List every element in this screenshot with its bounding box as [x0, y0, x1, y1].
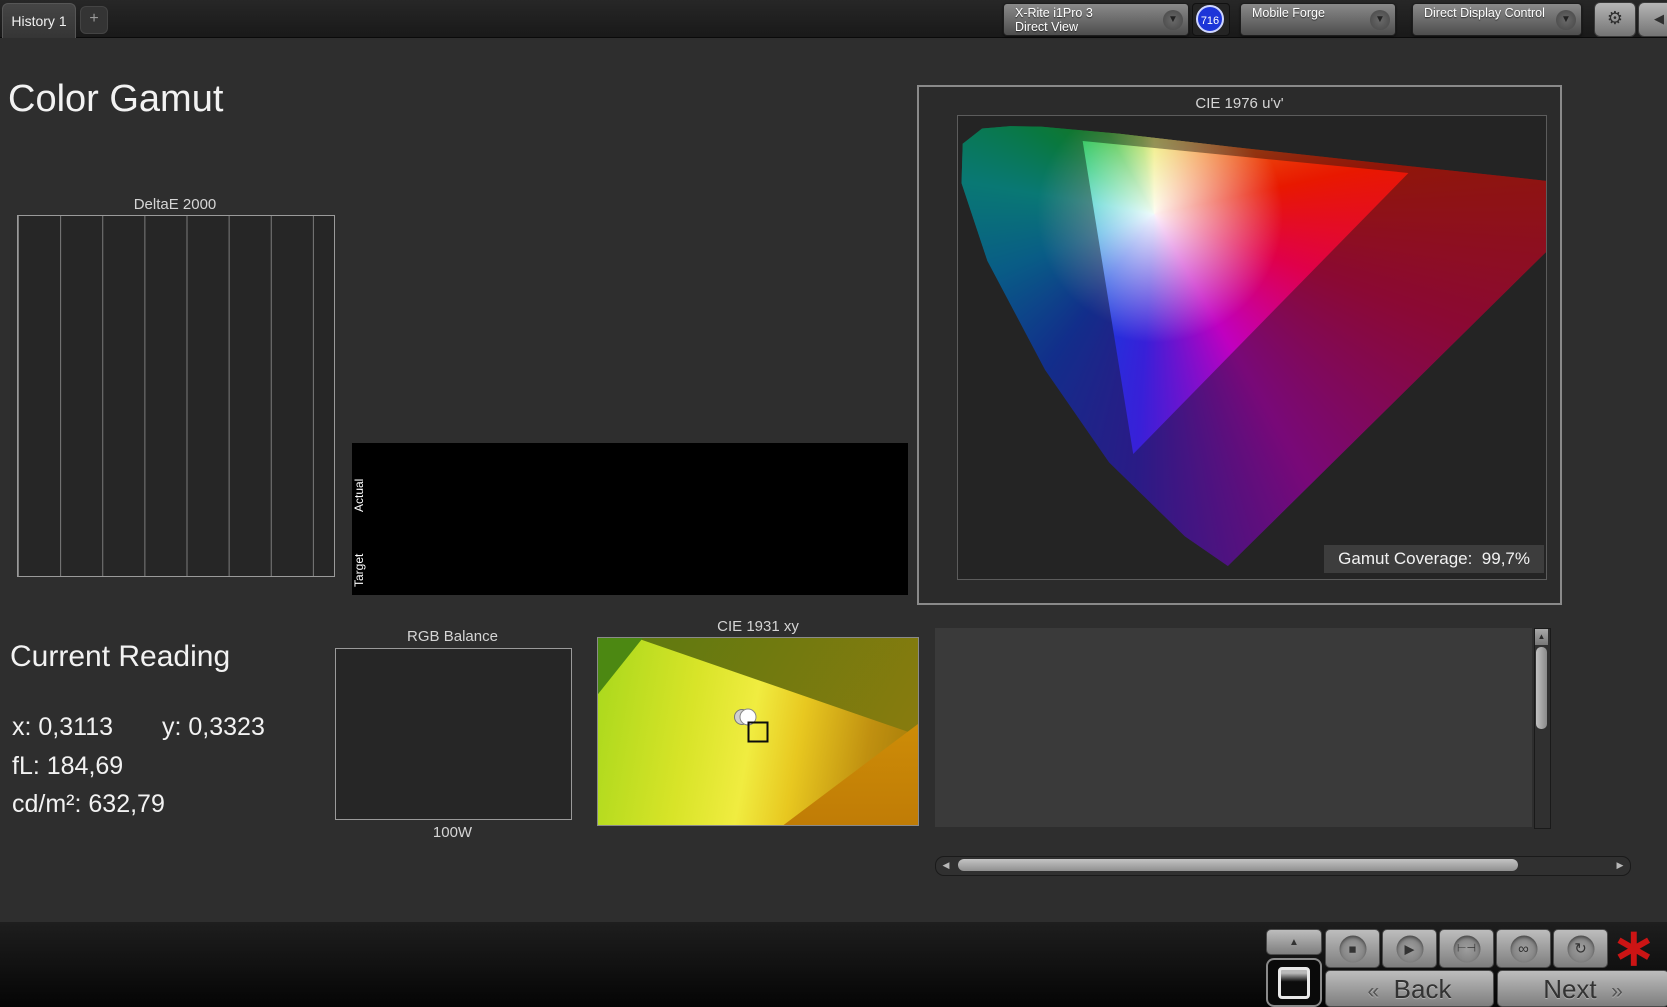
page-title: Color Gamut: [8, 78, 223, 121]
table-vertical-scrollbar[interactable]: ▲: [1534, 628, 1551, 829]
deltae-x-axis: [17, 577, 333, 593]
chevron-down-icon[interactable]: ▼: [1370, 10, 1390, 30]
source-dropdown[interactable]: Mobile Forge ▼: [1240, 3, 1396, 36]
vertical-scroll-thumb[interactable]: [1536, 647, 1547, 729]
source-label: Mobile Forge: [1252, 6, 1325, 20]
refresh-button[interactable]: ↻: [1553, 929, 1608, 968]
rgb-balance-x-label: 100W: [335, 824, 570, 841]
reading-y: y: 0,3323: [162, 713, 265, 742]
target-row-label: Target: [352, 535, 369, 605]
actual-row-label: Actual: [352, 457, 369, 533]
gamut-coverage-value: 99,7%: [1482, 549, 1530, 568]
tab-history-1[interactable]: History 1: [2, 3, 76, 38]
display-control-dropdown[interactable]: Direct Display Control ▼: [1412, 3, 1582, 36]
current-reading-heading: Current Reading: [10, 640, 230, 674]
collapse-panel-button[interactable]: ◀: [1638, 2, 1667, 37]
cie1931-panel: CIE 1931 xy: [597, 618, 919, 826]
scroll-left-icon[interactable]: ◀: [938, 858, 954, 872]
cie1931-title: CIE 1931 xy: [597, 618, 919, 635]
meter-id-badge[interactable]: 716: [1196, 5, 1224, 33]
meter-status-stripe: [1006, 6, 1010, 33]
refresh-icon: ↻: [1567, 935, 1594, 962]
cie1976-title: CIE 1976 u'v': [919, 95, 1560, 112]
cie1931-diagram: [597, 637, 919, 826]
display-control-status-stripe: [1415, 6, 1419, 33]
unsaved-indicator-asterisk: ∗: [1612, 918, 1656, 978]
horizontal-scroll-thumb[interactable]: [958, 859, 1518, 871]
cie1976-y-axis: [919, 115, 953, 578]
pattern-window-icon: [1278, 967, 1310, 999]
back-button[interactable]: « Back: [1325, 970, 1494, 1007]
cie1976-panel: CIE 1976 u'v' Gamut Coverage: 99,7%: [917, 85, 1562, 605]
meter-line2: Direct View: [1015, 20, 1078, 34]
source-status-stripe: [1243, 6, 1247, 33]
meter-id-frame: 716: [1192, 3, 1230, 36]
chevron-down-icon[interactable]: ▼: [1163, 10, 1183, 30]
settings-gear-button[interactable]: ⚙: [1594, 2, 1636, 37]
top-bar: History 1 + X-Rite i1Pro 3Direct View ▼ …: [0, 0, 1667, 38]
step-measure-button[interactable]: ⊢⊣: [1439, 929, 1494, 968]
app-window: History 1 + X-Rite i1Pro 3Direct View ▼ …: [0, 0, 1667, 1007]
deltae-chart-title: DeltaE 2000: [17, 196, 333, 213]
rgb-balance-chart: RGB Balance 100W: [300, 628, 580, 843]
measurement-table: [935, 628, 1532, 827]
add-tab-button[interactable]: +: [80, 6, 108, 34]
deltae-chart: [17, 215, 335, 577]
reading-fl: fL: 184,69: [12, 752, 123, 781]
infinity-icon: ∞: [1510, 935, 1537, 962]
patch-selector-bar: ▲ ■ ▶ ⊢⊣ ∞ ↻ « Back Next » ∗: [0, 922, 1667, 1007]
gear-icon: ⚙: [1607, 8, 1623, 28]
display-control-label: Direct Display Control: [1424, 6, 1545, 20]
patch-compare-strip: Actual Target: [352, 443, 908, 595]
reading-cdm2: cd/m²: 632,79: [12, 790, 165, 819]
chevron-down-icon[interactable]: ▼: [1556, 10, 1576, 30]
reading-x: x: 0,3113: [12, 713, 113, 742]
white-target-marker: [748, 722, 769, 743]
rgb-balance-title: RGB Balance: [335, 628, 570, 645]
chevron-up-icon: ▲: [1289, 937, 1299, 948]
stop-icon: ■: [1339, 935, 1366, 962]
play-icon: ▶: [1396, 935, 1423, 962]
play-button[interactable]: ▶: [1382, 929, 1437, 968]
stop-button[interactable]: ■: [1325, 929, 1380, 968]
double-chevron-left-icon: «: [1368, 980, 1380, 1003]
continuous-measure-button[interactable]: ∞: [1496, 929, 1551, 968]
step-measure-icon: ⊢⊣: [1453, 935, 1480, 962]
pattern-window-button[interactable]: [1266, 958, 1322, 1007]
meter-line1: X-Rite i1Pro 3: [1015, 6, 1093, 20]
chevron-left-icon: ◀: [1654, 11, 1664, 26]
pattern-window-up-button[interactable]: ▲: [1266, 929, 1322, 955]
table-horizontal-scrollbar[interactable]: ◀ ▶: [935, 856, 1631, 876]
gamut-coverage-readout: Gamut Coverage: 99,7%: [1324, 545, 1544, 573]
meter-dropdown[interactable]: X-Rite i1Pro 3Direct View ▼: [1003, 3, 1189, 36]
double-chevron-right-icon: »: [1611, 980, 1623, 1003]
gamut-coverage-label: Gamut Coverage:: [1338, 549, 1472, 568]
cie1976-x-axis: [957, 581, 1545, 599]
scroll-up-icon[interactable]: ▲: [1535, 629, 1548, 645]
cie1976-diagram: [957, 115, 1547, 580]
scroll-right-icon[interactable]: ▶: [1612, 858, 1628, 872]
